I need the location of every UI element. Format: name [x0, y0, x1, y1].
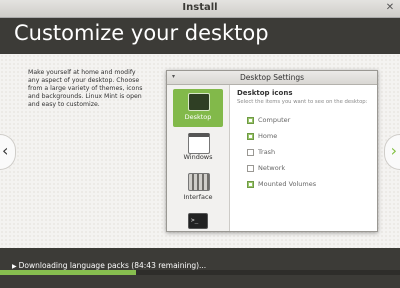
status-text: Downloading language packs (84:43 remain… — [18, 261, 207, 270]
window-title: Install — [182, 2, 218, 13]
sidebar-item-label: Desktop — [184, 113, 212, 121]
sidebar-item-terminal: >_ — [173, 209, 223, 231]
sidebar-item-label: Interface — [183, 193, 213, 201]
desktop-icon — [188, 93, 210, 111]
checkbox — [247, 181, 254, 188]
option-label: Network — [258, 164, 286, 172]
settings-title: Desktop Settings — [239, 73, 305, 82]
terminal-icon: >_ — [188, 213, 208, 229]
header-banner: Customize your desktop — [0, 18, 400, 54]
next-slide-button[interactable]: › — [384, 134, 400, 170]
windows-icon — [188, 133, 210, 154]
settings-titlebar: ▾ Desktop Settings — [167, 71, 377, 85]
sidebar-item-desktop: Desktop — [173, 89, 223, 127]
window-titlebar: Install ✕ — [0, 0, 400, 18]
option-label: Computer — [258, 116, 291, 124]
option-label: Trash — [258, 148, 276, 156]
settings-sidebar: Desktop Windows Interface >_ — [167, 85, 230, 231]
panel-title: Desktop icons — [237, 89, 293, 97]
checkbox — [247, 133, 254, 140]
page-title: Customize your desktop — [14, 21, 269, 45]
checkbox — [247, 165, 254, 172]
panel-subtitle: Select the items you want to see on the … — [237, 99, 368, 105]
slide-content: Make yourself at home and modify any asp… — [0, 54, 400, 248]
settings-panel: Desktop icons Select the items you want … — [237, 89, 372, 105]
install-progress-bar — [0, 270, 400, 275]
option-label: Mounted Volumes — [258, 180, 317, 188]
expand-triangle-icon[interactable]: ▶ — [12, 263, 17, 270]
previous-slide-button[interactable]: ‹ — [0, 134, 16, 170]
checkbox — [247, 149, 254, 156]
progress-fill — [0, 270, 136, 275]
close-icon[interactable]: ✕ — [384, 2, 396, 14]
sidebar-item-label: Windows — [183, 153, 213, 161]
sidebar-item-interface: Interface — [173, 169, 223, 207]
option-label: Home — [258, 132, 278, 140]
checkbox — [247, 117, 254, 124]
desktop-settings-screenshot: ▾ Desktop Settings Desktop Windows Inter… — [166, 70, 378, 232]
sidebar-item-windows: Windows — [173, 129, 223, 167]
slide-description: Make yourself at home and modify any asp… — [28, 69, 143, 108]
status-footer: ▶ Downloading language packs (84:43 remai… — [0, 248, 400, 288]
status-line[interactable]: ▶ Downloading language packs (84:43 remai… — [12, 261, 206, 270]
interface-icon — [188, 173, 210, 191]
